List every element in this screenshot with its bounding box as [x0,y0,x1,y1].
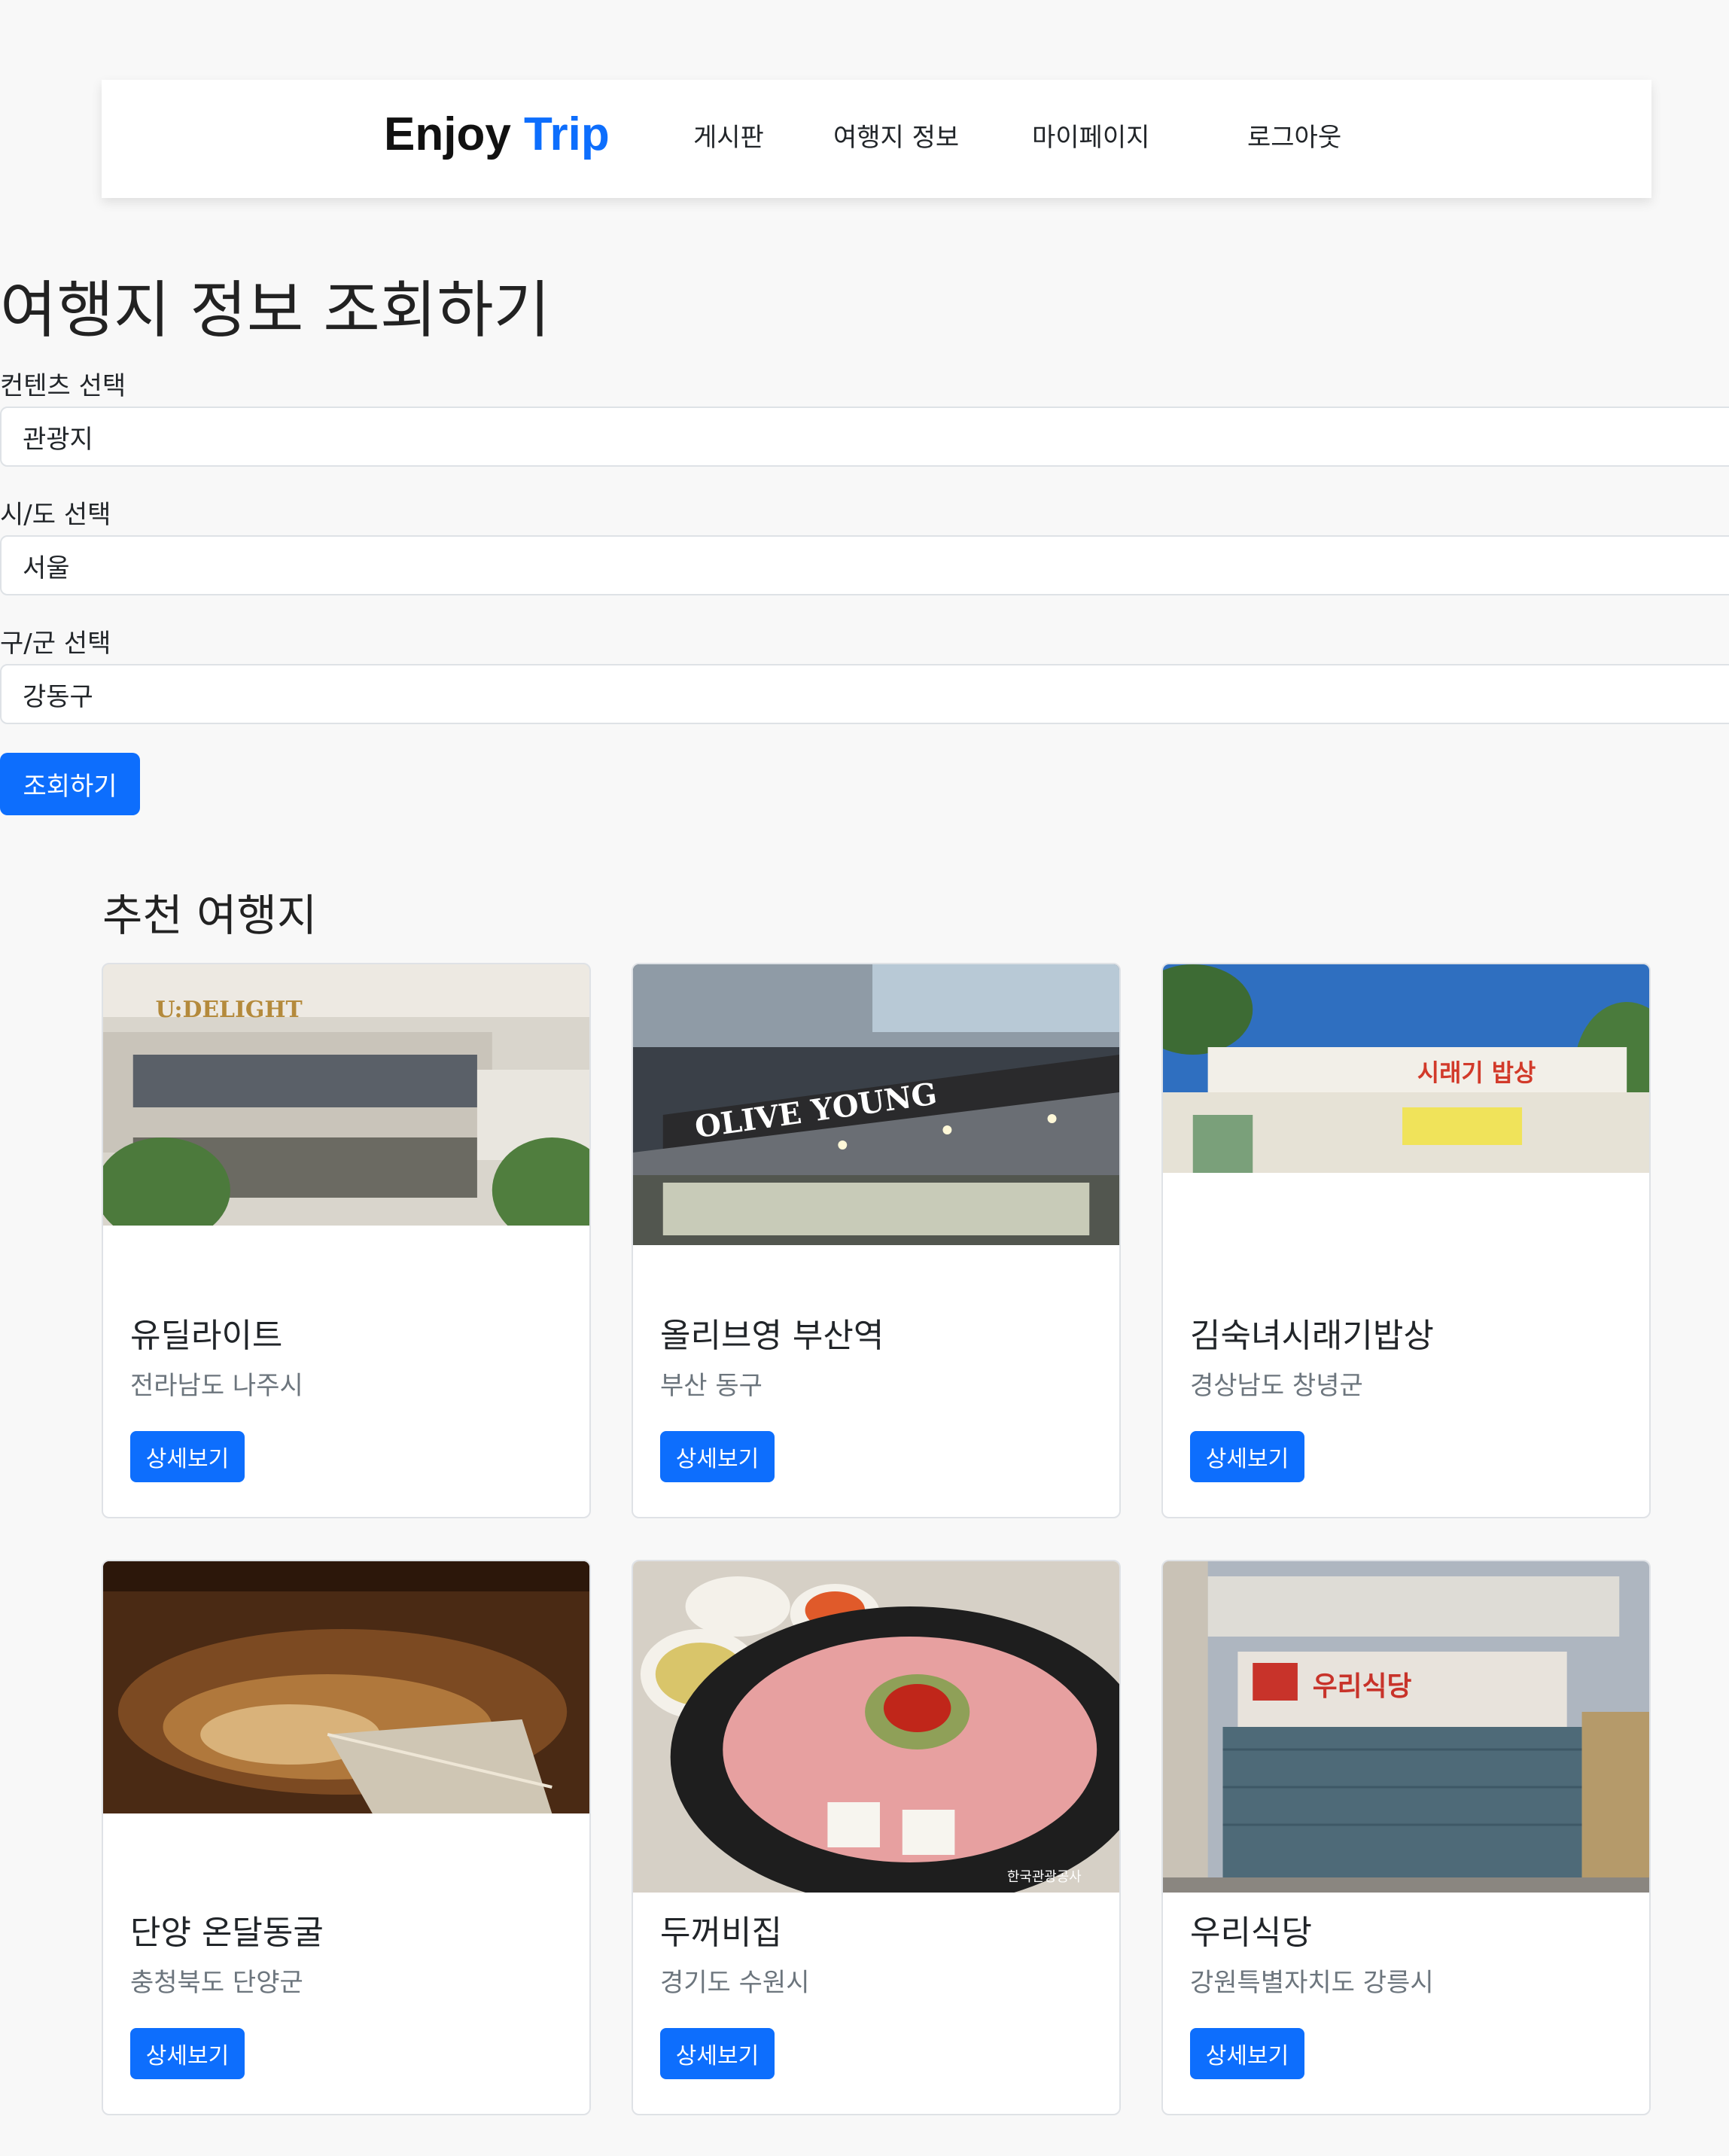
detail-button[interactable]: 상세보기 [660,1431,775,1482]
nav-link-travel-info[interactable]: 여행지 정보 [833,125,959,151]
sido-select[interactable]: 서울 [0,535,1729,595]
place-name: 단양 온달동굴 [130,1914,324,1952]
top-navbar: Enjoy Trip 게시판 여행지 정보 마이페이지 로그아웃 [102,80,1651,198]
content-select[interactable]: 관광지 [0,407,1729,467]
sido-select-value: 서울 [23,553,70,583]
place-sign-text: 우리식당 [1313,1671,1412,1702]
place-name: 유딜라이트 [130,1317,283,1355]
place-name: 올리브영 부산역 [660,1317,884,1355]
detail-button[interactable]: 상세보기 [130,2028,245,2079]
brand-enjoy-text: Enjoy [384,108,511,160]
place-card: 한국관광공사 두꺼비집 경기도 수원시 상세보기 [632,1560,1121,2115]
place-name: 우리식당 [1190,1914,1312,1952]
place-card: 우리식당 우리식당 강원특별자치도 강릉시 상세보기 [1161,1560,1651,2115]
place-image [103,1561,589,1813]
place-image: 우리식당 [1163,1561,1649,1893]
recommended-title: 추천 여행지 [102,890,318,941]
place-region: 강원특별자치도 강릉시 [1190,1968,1434,1998]
brand-trip-text: Trip [524,108,610,160]
place-region: 경상남도 창녕군 [1190,1371,1363,1401]
sido-select-label: 시/도 선택 [0,500,111,530]
detail-button[interactable]: 상세보기 [1190,2028,1304,2079]
content-select-label: 컨텐츠 선택 [0,371,126,401]
place-image: OLIVE YOUNG [633,964,1119,1245]
nav-link-board[interactable]: 게시판 [693,125,764,151]
gugun-select-label: 구/군 선택 [0,629,111,659]
content-select-value: 관광지 [23,424,93,455]
nav-link-logout[interactable]: 로그아웃 [1247,125,1341,151]
place-region: 충청북도 단양군 [130,1968,303,1998]
gugun-select[interactable]: 강동구 [0,664,1729,724]
place-name: 두꺼비집 [660,1914,782,1952]
place-image: 한국관광공사 [633,1561,1119,1893]
search-button[interactable]: 조회하기 [0,753,140,815]
place-sign-text: 시래기 밥상 [1417,1058,1536,1087]
place-card: 시래기 밥상 김숙녀시래기밥상 경상남도 창녕군 상세보기 [1161,963,1651,1518]
detail-button[interactable]: 상세보기 [1190,1431,1304,1482]
page-title: 여행지 정보 조회하기 [0,275,551,346]
place-sign-text: U:DELIGHT [156,997,303,1023]
detail-button[interactable]: 상세보기 [130,1431,245,1482]
place-card: U:DELIGHT 유딜라이트 전라남도 나주시 상세보기 [102,963,591,1518]
brand-logo[interactable]: Enjoy Trip [384,111,610,158]
place-region: 경기도 수원시 [660,1968,810,1998]
place-region: 전라남도 나주시 [130,1371,303,1401]
place-image: U:DELIGHT [103,964,589,1226]
gugun-select-value: 강동구 [23,681,93,712]
place-watermark-text: 한국관광공사 [1007,1869,1082,1885]
nav-link-mypage[interactable]: 마이페이지 [1032,125,1149,151]
place-card: 단양 온달동굴 충청북도 단양군 상세보기 [102,1560,591,2115]
place-name: 김숙녀시래기밥상 [1190,1317,1434,1355]
place-region: 부산 동구 [660,1371,763,1401]
detail-button[interactable]: 상세보기 [660,2028,775,2079]
place-card: OLIVE YOUNG 올리브영 부산역 부산 동구 상세보기 [632,963,1121,1518]
place-image: 시래기 밥상 [1163,964,1649,1173]
